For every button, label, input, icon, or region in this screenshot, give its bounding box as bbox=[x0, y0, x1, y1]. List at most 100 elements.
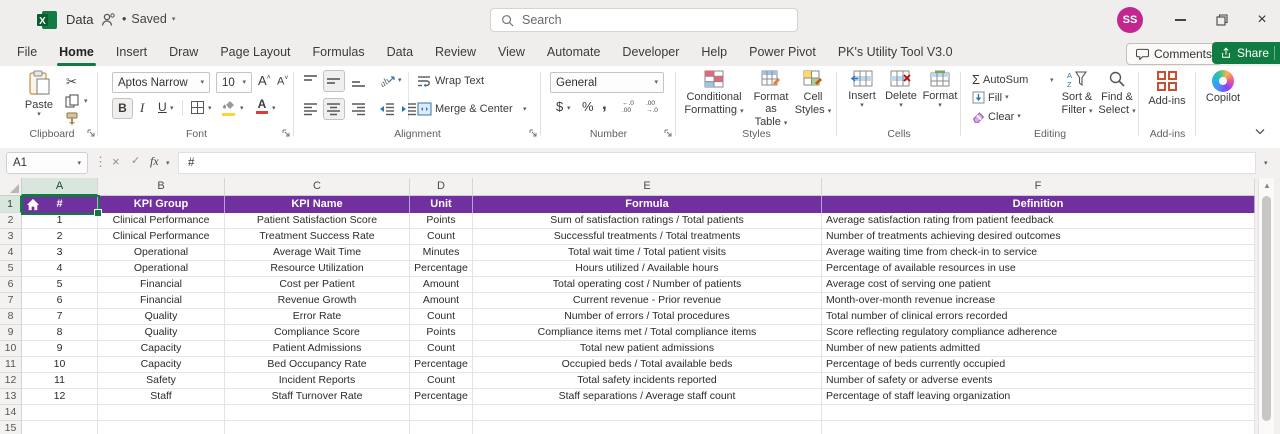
copilot-button[interactable]: Copilot bbox=[1200, 70, 1246, 104]
formula-bar-grip-icon[interactable]: ⋮ bbox=[94, 154, 107, 170]
search-input[interactable]: Search bbox=[490, 8, 798, 32]
header-cell-a1[interactable]: # bbox=[22, 196, 98, 213]
cell[interactable]: Cost per Patient bbox=[225, 277, 410, 293]
row-header-3[interactable]: 3 bbox=[0, 229, 22, 245]
scrollbar-thumb[interactable] bbox=[1262, 196, 1271, 421]
grow-font-button[interactable]: A˄ bbox=[258, 73, 271, 88]
cell[interactable]: Total number of clinical errors recorded bbox=[822, 309, 1255, 325]
select-all-corner[interactable] bbox=[0, 178, 22, 196]
orientation-icon[interactable]: ab bbox=[379, 72, 396, 88]
cell[interactable] bbox=[225, 421, 410, 434]
row-header-13[interactable]: 13 bbox=[0, 389, 22, 405]
cell[interactable]: 6 bbox=[22, 293, 98, 309]
cell[interactable]: Average cost of serving one patient bbox=[822, 277, 1255, 293]
cell[interactable]: Count bbox=[410, 309, 473, 325]
cell[interactable]: Minutes bbox=[410, 245, 473, 261]
header-cell[interactable]: Formula bbox=[473, 196, 822, 213]
align-right-icon[interactable] bbox=[351, 102, 366, 116]
align-center-button[interactable] bbox=[323, 98, 345, 120]
paste-button[interactable]: Paste ▾ bbox=[18, 70, 60, 118]
name-box[interactable]: A1 ▾ bbox=[6, 152, 88, 174]
cell[interactable]: Count bbox=[410, 229, 473, 245]
alignment-dialog-launcher-icon[interactable] bbox=[528, 128, 538, 138]
cell[interactable]: Average satisfaction rating from patient… bbox=[822, 213, 1255, 229]
cell[interactable]: Total wait time / Total patient visits bbox=[473, 245, 822, 261]
row-header-8[interactable]: 8 bbox=[0, 309, 22, 325]
cell[interactable]: Financial bbox=[98, 293, 225, 309]
cell[interactable]: Successful treatments / Total treatments bbox=[473, 229, 822, 245]
insert-cells-button[interactable]: Insert ▾ bbox=[844, 70, 880, 109]
cell[interactable]: 7 bbox=[22, 309, 98, 325]
header-cell[interactable]: Definition bbox=[822, 196, 1255, 213]
tab-page-layout[interactable]: Page Layout bbox=[209, 40, 301, 66]
cell[interactable]: Error Rate bbox=[225, 309, 410, 325]
cell[interactable]: Patient Satisfaction Score bbox=[225, 213, 410, 229]
borders-icon[interactable] bbox=[190, 100, 205, 115]
fill-color-button[interactable] bbox=[222, 99, 235, 116]
italic-button[interactable]: I bbox=[140, 100, 144, 116]
autosum-chevron-icon[interactable]: ▾ bbox=[1050, 77, 1054, 84]
comma-style-button[interactable]: , bbox=[602, 94, 607, 114]
cell[interactable]: Patient Admissions bbox=[225, 341, 410, 357]
header-cell[interactable]: KPI Group bbox=[98, 196, 225, 213]
tab-insert[interactable]: Insert bbox=[105, 40, 158, 66]
cell[interactable]: Percentage bbox=[410, 261, 473, 277]
tab-formulas[interactable]: Formulas bbox=[302, 40, 376, 66]
font-color-button[interactable]: A bbox=[256, 98, 268, 114]
cell[interactable]: Capacity bbox=[98, 357, 225, 373]
expand-formula-bar-chevron-icon[interactable]: ▾ bbox=[1264, 160, 1268, 167]
share-button[interactable]: Share ▾ bbox=[1212, 42, 1280, 64]
cell[interactable]: 9 bbox=[22, 341, 98, 357]
cell[interactable]: Points bbox=[410, 213, 473, 229]
tab-review[interactable]: Review bbox=[424, 40, 487, 66]
format-cells-button[interactable]: Format ▾ bbox=[920, 70, 960, 109]
tab-draw[interactable]: Draw bbox=[158, 40, 209, 66]
row-header-6[interactable]: 6 bbox=[0, 277, 22, 293]
font-size-select[interactable]: 10 ▾ bbox=[216, 72, 252, 93]
vertical-scrollbar[interactable]: ▲ bbox=[1258, 178, 1274, 434]
align-middle-button[interactable] bbox=[323, 70, 345, 92]
tab-power-pivot[interactable]: Power Pivot bbox=[738, 40, 827, 66]
cell[interactable] bbox=[225, 405, 410, 421]
cell[interactable]: Bed Occupancy Rate bbox=[225, 357, 410, 373]
close-button[interactable]: × bbox=[1240, 0, 1280, 40]
header-cell[interactable]: KPI Name bbox=[225, 196, 410, 213]
cell[interactable]: Staff bbox=[98, 389, 225, 405]
orientation-chevron-icon[interactable]: ▾ bbox=[398, 77, 402, 84]
row-header-12[interactable]: 12 bbox=[0, 373, 22, 389]
merge-center-chevron-icon[interactable]: ▾ bbox=[523, 106, 527, 113]
document-title[interactable]: Data bbox=[66, 12, 93, 27]
format-painter-icon[interactable] bbox=[65, 112, 79, 126]
row-header-2[interactable]: 2 bbox=[0, 213, 22, 229]
increase-indent-icon[interactable] bbox=[401, 102, 417, 116]
cell[interactable]: Compliance Score bbox=[225, 325, 410, 341]
cell[interactable]: 8 bbox=[22, 325, 98, 341]
find-select-button[interactable]: Find & Select ▾ bbox=[1098, 70, 1136, 116]
cell[interactable]: Percentage of staff leaving organization bbox=[822, 389, 1255, 405]
cell[interactable]: 4 bbox=[22, 261, 98, 277]
format-as-table-button[interactable]: Format as Table ▾ bbox=[749, 70, 793, 128]
addins-button[interactable]: Add-ins bbox=[1144, 70, 1190, 107]
cell[interactable]: Percentage bbox=[410, 357, 473, 373]
cell[interactable] bbox=[98, 405, 225, 421]
cell[interactable]: Quality bbox=[98, 309, 225, 325]
tab-file[interactable]: File bbox=[6, 40, 48, 66]
cell[interactable]: Amount bbox=[410, 293, 473, 309]
tab-developer[interactable]: Developer bbox=[611, 40, 690, 66]
cell-styles-button[interactable]: Cell Styles ▾ bbox=[793, 70, 833, 116]
row-header-14[interactable]: 14 bbox=[0, 405, 22, 421]
row-header-1[interactable]: 1 bbox=[0, 196, 22, 213]
insert-function-button[interactable]: fx bbox=[150, 154, 159, 169]
conditional-formatting-button[interactable]: Conditional Formatting ▾ bbox=[681, 70, 747, 116]
cell[interactable]: Points bbox=[410, 325, 473, 341]
cell[interactable]: Capacity bbox=[98, 341, 225, 357]
row-header-15[interactable]: 15 bbox=[0, 421, 22, 434]
delete-cells-button[interactable]: Delete ▾ bbox=[882, 70, 920, 109]
cell[interactable]: 10 bbox=[22, 357, 98, 373]
underline-chevron-icon[interactable]: ▾ bbox=[170, 105, 174, 112]
cell[interactable] bbox=[22, 405, 98, 421]
bold-button[interactable]: B bbox=[112, 98, 133, 119]
cell[interactable]: Total operating cost / Number of patient… bbox=[473, 277, 822, 293]
row-header-7[interactable]: 7 bbox=[0, 293, 22, 309]
font-dialog-launcher-icon[interactable] bbox=[281, 128, 291, 138]
